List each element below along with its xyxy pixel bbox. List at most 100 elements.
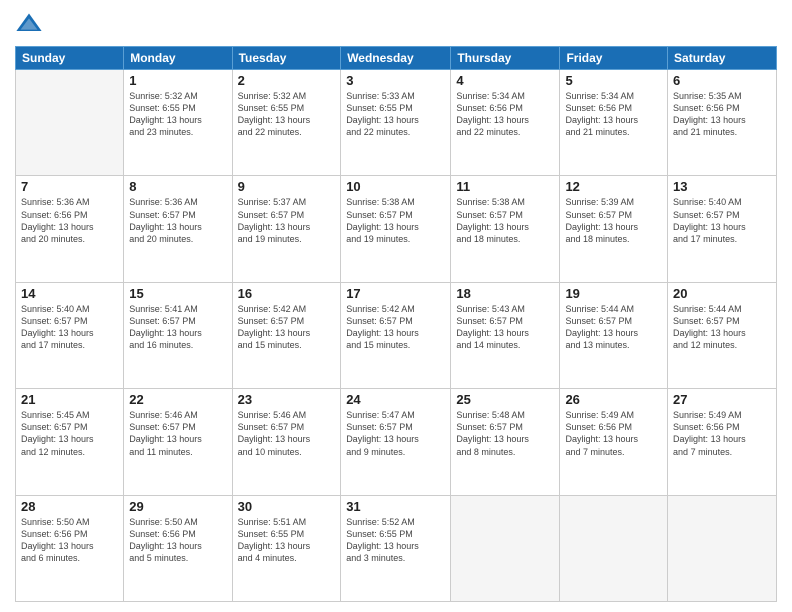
calendar-cell: 16 Sunrise: 5:42 AM Sunset: 6:57 PM Dayli… bbox=[232, 282, 341, 388]
day-info: Sunrise: 5:47 AM Sunset: 6:57 PM Dayligh… bbox=[346, 409, 445, 458]
day-info: Sunrise: 5:44 AM Sunset: 6:57 PM Dayligh… bbox=[673, 303, 771, 352]
day-info: Sunrise: 5:41 AM Sunset: 6:57 PM Dayligh… bbox=[129, 303, 226, 352]
calendar-table: SundayMondayTuesdayWednesdayThursdayFrid… bbox=[15, 46, 777, 602]
day-info: Sunrise: 5:36 AM Sunset: 6:57 PM Dayligh… bbox=[129, 196, 226, 245]
weekday-header-wednesday: Wednesday bbox=[341, 47, 451, 70]
calendar-cell: 25 Sunrise: 5:48 AM Sunset: 6:57 PM Dayli… bbox=[451, 389, 560, 495]
calendar-cell: 6Sunrise: 5:35 AM Sunset: 6:56 PM Daylig… bbox=[668, 70, 777, 176]
day-info: Sunrise: 5:46 AM Sunset: 6:57 PM Dayligh… bbox=[238, 409, 336, 458]
day-number: 1 bbox=[129, 73, 226, 88]
day-number: 3 bbox=[346, 73, 445, 88]
weekday-header-thursday: Thursday bbox=[451, 47, 560, 70]
calendar-cell bbox=[668, 495, 777, 601]
calendar-cell bbox=[560, 495, 668, 601]
calendar-cell: 11 Sunrise: 5:38 AM Sunset: 6:57 PM Dayli… bbox=[451, 176, 560, 282]
day-info: Sunrise: 5:35 AM Sunset: 6:56 PM Dayligh… bbox=[673, 90, 771, 139]
day-info: Sunrise: 5:43 AM Sunset: 6:57 PM Dayligh… bbox=[456, 303, 554, 352]
day-number: 22 bbox=[129, 392, 226, 407]
calendar-cell: 10Sunrise: 5:38 AM Sunset: 6:57 PM Dayli… bbox=[341, 176, 451, 282]
weekday-header-monday: Monday bbox=[124, 47, 232, 70]
day-number: 30 bbox=[238, 499, 336, 514]
calendar-cell: 26Sunrise: 5:49 AM Sunset: 6:56 PM Dayli… bbox=[560, 389, 668, 495]
header bbox=[15, 10, 777, 38]
calendar-cell: 9 Sunrise: 5:37 AM Sunset: 6:57 PM Daylig… bbox=[232, 176, 341, 282]
week-row-0: 1 Sunrise: 5:32 AM Sunset: 6:55 PM Daylig… bbox=[16, 70, 777, 176]
day-number: 13 bbox=[673, 179, 771, 194]
day-number: 15 bbox=[129, 286, 226, 301]
day-number: 29 bbox=[129, 499, 226, 514]
day-number: 17 bbox=[346, 286, 445, 301]
day-number: 21 bbox=[21, 392, 118, 407]
day-number: 24 bbox=[346, 392, 445, 407]
calendar-cell: 28Sunrise: 5:50 AM Sunset: 6:56 PM Dayli… bbox=[16, 495, 124, 601]
calendar-cell: 7Sunrise: 5:36 AM Sunset: 6:56 PM Daylig… bbox=[16, 176, 124, 282]
day-info: Sunrise: 5:38 AM Sunset: 6:57 PM Dayligh… bbox=[456, 196, 554, 245]
logo bbox=[15, 10, 47, 38]
day-info: Sunrise: 5:34 AM Sunset: 6:56 PM Dayligh… bbox=[456, 90, 554, 139]
day-number: 18 bbox=[456, 286, 554, 301]
calendar-cell: 15 Sunrise: 5:41 AM Sunset: 6:57 PM Dayli… bbox=[124, 282, 232, 388]
day-number: 11 bbox=[456, 179, 554, 194]
day-number: 5 bbox=[565, 73, 662, 88]
day-number: 4 bbox=[456, 73, 554, 88]
day-info: Sunrise: 5:46 AM Sunset: 6:57 PM Dayligh… bbox=[129, 409, 226, 458]
calendar-cell: 19Sunrise: 5:44 AM Sunset: 6:57 PM Dayli… bbox=[560, 282, 668, 388]
calendar-cell bbox=[16, 70, 124, 176]
calendar-cell: 14 Sunrise: 5:40 AM Sunset: 6:57 PM Dayli… bbox=[16, 282, 124, 388]
calendar-cell: 29Sunrise: 5:50 AM Sunset: 6:56 PM Dayli… bbox=[124, 495, 232, 601]
calendar-cell: 27Sunrise: 5:49 AM Sunset: 6:56 PM Dayli… bbox=[668, 389, 777, 495]
day-number: 7 bbox=[21, 179, 118, 194]
day-info: Sunrise: 5:37 AM Sunset: 6:57 PM Dayligh… bbox=[238, 196, 336, 245]
day-info: Sunrise: 5:42 AM Sunset: 6:57 PM Dayligh… bbox=[346, 303, 445, 352]
day-number: 25 bbox=[456, 392, 554, 407]
day-info: Sunrise: 5:34 AM Sunset: 6:56 PM Dayligh… bbox=[565, 90, 662, 139]
day-info: Sunrise: 5:40 AM Sunset: 6:57 PM Dayligh… bbox=[673, 196, 771, 245]
day-info: Sunrise: 5:38 AM Sunset: 6:57 PM Dayligh… bbox=[346, 196, 445, 245]
calendar-cell: 5 Sunrise: 5:34 AM Sunset: 6:56 PM Daylig… bbox=[560, 70, 668, 176]
day-number: 20 bbox=[673, 286, 771, 301]
week-row-1: 7Sunrise: 5:36 AM Sunset: 6:56 PM Daylig… bbox=[16, 176, 777, 282]
day-info: Sunrise: 5:32 AM Sunset: 6:55 PM Dayligh… bbox=[238, 90, 336, 139]
day-info: Sunrise: 5:32 AM Sunset: 6:55 PM Dayligh… bbox=[129, 90, 226, 139]
day-info: Sunrise: 5:51 AM Sunset: 6:55 PM Dayligh… bbox=[238, 516, 336, 565]
week-row-2: 14 Sunrise: 5:40 AM Sunset: 6:57 PM Dayli… bbox=[16, 282, 777, 388]
page: SundayMondayTuesdayWednesdayThursdayFrid… bbox=[0, 0, 792, 612]
weekday-header-saturday: Saturday bbox=[668, 47, 777, 70]
calendar-cell bbox=[451, 495, 560, 601]
day-info: Sunrise: 5:49 AM Sunset: 6:56 PM Dayligh… bbox=[673, 409, 771, 458]
day-number: 12 bbox=[565, 179, 662, 194]
calendar-cell: 24 Sunrise: 5:47 AM Sunset: 6:57 PM Dayli… bbox=[341, 389, 451, 495]
calendar-cell: 17 Sunrise: 5:42 AM Sunset: 6:57 PM Dayli… bbox=[341, 282, 451, 388]
day-info: Sunrise: 5:33 AM Sunset: 6:55 PM Dayligh… bbox=[346, 90, 445, 139]
day-number: 26 bbox=[565, 392, 662, 407]
calendar-cell: 1 Sunrise: 5:32 AM Sunset: 6:55 PM Daylig… bbox=[124, 70, 232, 176]
weekday-header-row: SundayMondayTuesdayWednesdayThursdayFrid… bbox=[16, 47, 777, 70]
calendar-cell: 21Sunrise: 5:45 AM Sunset: 6:57 PM Dayli… bbox=[16, 389, 124, 495]
weekday-header-sunday: Sunday bbox=[16, 47, 124, 70]
day-info: Sunrise: 5:48 AM Sunset: 6:57 PM Dayligh… bbox=[456, 409, 554, 458]
calendar-cell: 8 Sunrise: 5:36 AM Sunset: 6:57 PM Daylig… bbox=[124, 176, 232, 282]
calendar-cell: 12Sunrise: 5:39 AM Sunset: 6:57 PM Dayli… bbox=[560, 176, 668, 282]
calendar-cell: 2 Sunrise: 5:32 AM Sunset: 6:55 PM Daylig… bbox=[232, 70, 341, 176]
day-number: 23 bbox=[238, 392, 336, 407]
day-number: 28 bbox=[21, 499, 118, 514]
day-number: 9 bbox=[238, 179, 336, 194]
day-number: 8 bbox=[129, 179, 226, 194]
day-number: 16 bbox=[238, 286, 336, 301]
weekday-header-tuesday: Tuesday bbox=[232, 47, 341, 70]
day-number: 2 bbox=[238, 73, 336, 88]
day-info: Sunrise: 5:40 AM Sunset: 6:57 PM Dayligh… bbox=[21, 303, 118, 352]
day-number: 14 bbox=[21, 286, 118, 301]
calendar-cell: 22 Sunrise: 5:46 AM Sunset: 6:57 PM Dayli… bbox=[124, 389, 232, 495]
week-row-3: 21Sunrise: 5:45 AM Sunset: 6:57 PM Dayli… bbox=[16, 389, 777, 495]
calendar-cell: 13 Sunrise: 5:40 AM Sunset: 6:57 PM Dayli… bbox=[668, 176, 777, 282]
calendar-cell: 30 Sunrise: 5:51 AM Sunset: 6:55 PM Dayli… bbox=[232, 495, 341, 601]
day-info: Sunrise: 5:42 AM Sunset: 6:57 PM Dayligh… bbox=[238, 303, 336, 352]
calendar-cell: 20 Sunrise: 5:44 AM Sunset: 6:57 PM Dayli… bbox=[668, 282, 777, 388]
weekday-header-friday: Friday bbox=[560, 47, 668, 70]
calendar-cell: 31Sunrise: 5:52 AM Sunset: 6:55 PM Dayli… bbox=[341, 495, 451, 601]
calendar-cell: 3 Sunrise: 5:33 AM Sunset: 6:55 PM Daylig… bbox=[341, 70, 451, 176]
week-row-4: 28Sunrise: 5:50 AM Sunset: 6:56 PM Dayli… bbox=[16, 495, 777, 601]
calendar-cell: 18 Sunrise: 5:43 AM Sunset: 6:57 PM Dayli… bbox=[451, 282, 560, 388]
day-number: 31 bbox=[346, 499, 445, 514]
